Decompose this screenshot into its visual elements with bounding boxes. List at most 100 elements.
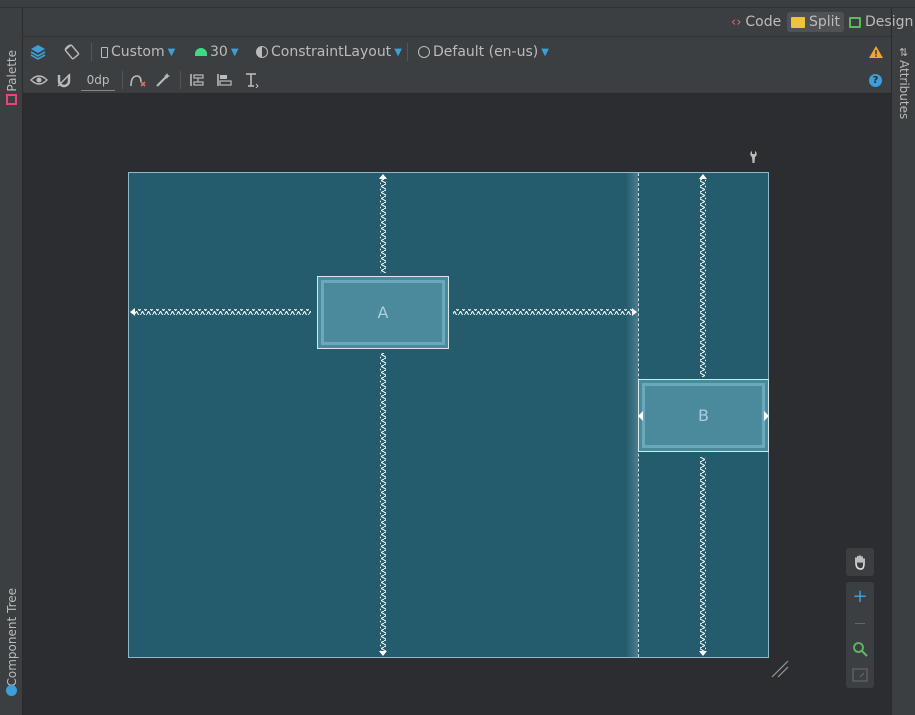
widget-a-label: A [377,303,389,322]
arrow-b-bottom [699,651,707,656]
chevron-down-icon: ▼ [167,46,176,58]
arrow-a-bottom [379,651,387,656]
arrow-a-top [379,174,387,179]
plus-icon: + [852,586,868,607]
widget-b-left-handle[interactable] [638,411,643,421]
widget-b-right-handle[interactable] [764,411,769,421]
minus-icon [855,622,865,624]
component-tree-tab[interactable]: Component Tree [5,588,19,686]
widget-b-label: B [698,406,709,425]
constraint-a-top [380,177,386,273]
pack-icon [190,74,204,86]
device-selector[interactable]: Custom ▼ [101,41,175,63]
palette-tab[interactable]: Palette [5,50,19,92]
zoom-fit-button[interactable] [846,638,874,660]
autoconnect-button[interactable] [56,69,72,91]
api-level-label: 30 [210,44,228,60]
toolbar-separator [122,71,123,89]
code-icon: ‹› [731,14,742,30]
component-tree-icon [6,685,17,696]
split-mode-button[interactable]: Split [787,12,845,32]
constraint-toolbar: 0dp ? [23,66,891,94]
infer-constraints-button[interactable] [155,69,171,91]
guidelines-button[interactable] [243,69,259,91]
api-level-selector[interactable]: 30 ▼ [195,41,239,63]
default-margin-value: 0dp [86,72,110,87]
default-margin-field[interactable]: 0dp [81,69,115,91]
editor-mode-bar: ‹› Code Split Design [23,8,913,36]
help-button[interactable]: ? [869,69,882,91]
chevron-down-icon: ▼ [394,46,402,58]
clear-constraints-button[interactable] [129,69,147,91]
design-mode-button[interactable]: Design [845,12,915,32]
component-tree-tab-label: Component Tree [5,588,19,687]
theme-selector[interactable]: ConstraintLayout ▼ [256,41,402,63]
zoom-controls: + [846,582,874,688]
attributes-tab[interactable]: Attributes [897,60,911,119]
layers-button[interactable] [29,41,47,63]
rotate-icon [64,44,80,60]
constraint-a-right [453,309,633,315]
constraint-b-bottom [700,457,706,651]
arrow-b-top [699,174,707,179]
zoom-out-button[interactable] [846,612,874,634]
resize-handle-icon[interactable] [770,659,790,679]
guideline-icon [246,73,259,88]
layers-icon [30,45,46,60]
orientation-button[interactable] [63,41,81,63]
right-tool-window-bar: ⇅ Attributes [891,8,915,715]
toolbar-separator [180,71,181,89]
window-top-strip [0,0,915,8]
pan-button[interactable] [846,548,874,576]
code-mode-button[interactable]: ‹› Code [727,12,785,32]
zoom-fit-icon [853,642,868,657]
eye-icon [30,75,48,85]
design-toolbar: Custom ▼ 30 ▼ ConstraintLayout ▼ Default… [23,36,891,66]
warning-button[interactable] [868,41,884,63]
split-icon [791,16,805,28]
magic-wand-icon [156,73,170,87]
split-mode-label: Split [809,14,841,30]
theme-icon [256,46,268,58]
chevron-down-icon: ▼ [230,46,239,58]
chevron-down-icon: ▼ [541,46,549,58]
warning-icon [869,46,883,58]
zoom-actual-icon [852,668,868,682]
widget-b[interactable]: B [638,379,769,452]
left-tool-window-bar: Palette Component Tree [0,8,23,715]
magnet-icon [57,73,71,88]
toolbar-separator [407,43,408,61]
phone-icon [101,46,108,58]
theme-label: ConstraintLayout [271,44,392,60]
constraint-a-bottom [380,353,386,651]
align-button[interactable] [216,69,232,91]
widget-a[interactable]: A [317,276,449,349]
layout-canvas[interactable]: A B [128,172,769,658]
globe-icon [418,46,430,58]
locale-selector[interactable]: Default (en-us) ▼ [418,41,549,63]
constraint-a-left [133,309,311,315]
design-mode-label: Design [865,14,914,30]
palette-icon [6,94,17,105]
locale-label: Default (en-us) [433,44,539,60]
constraint-b-top [700,177,706,377]
clear-constraints-icon [130,75,146,87]
wrench-icon[interactable] [749,150,761,164]
attributes-tab-label: Attributes [897,60,911,120]
zoom-in-button[interactable]: + [846,586,874,608]
zoom-actual-button[interactable] [846,664,874,686]
view-options-button[interactable] [30,69,48,91]
arrow-a-right [632,308,637,316]
help-icon: ? [869,73,882,87]
hand-icon [855,555,865,570]
palette-tab-label: Palette [5,50,19,92]
android-icon [195,48,207,56]
arrow-a-left [130,308,135,316]
design-icon [849,16,861,28]
device-label: Custom [111,44,165,60]
toolbar-separator [91,43,92,61]
code-mode-label: Code [745,14,782,30]
pack-button[interactable] [189,69,205,91]
align-icon [217,74,232,86]
attributes-icon: ⇅ [899,46,909,59]
